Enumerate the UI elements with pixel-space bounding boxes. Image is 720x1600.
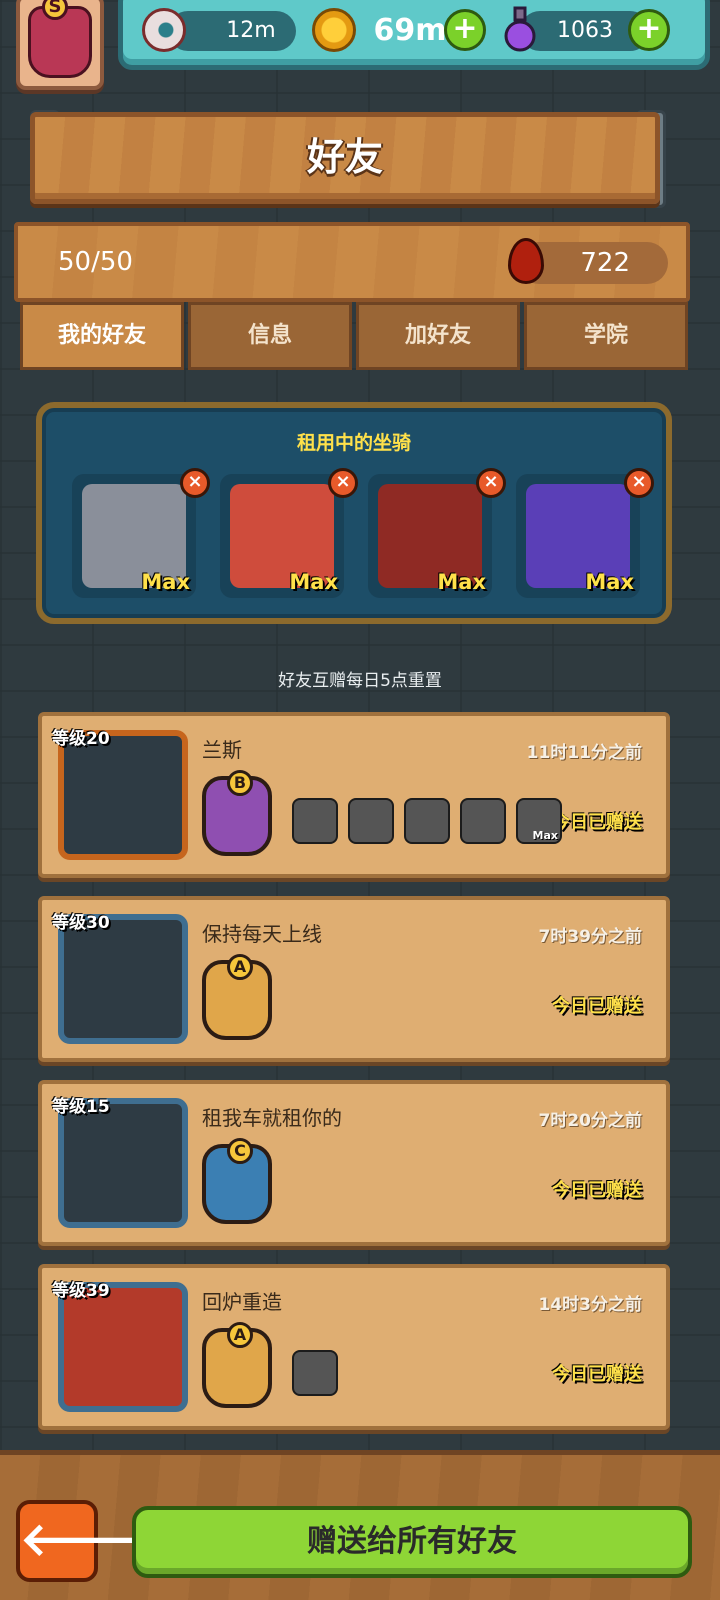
mini-mount-icon: Max <box>516 798 562 844</box>
mount-level: Max <box>437 570 486 594</box>
friend-count: 50/50 <box>58 247 133 277</box>
blood-drop-icon <box>508 238 544 284</box>
title-plank: 好友 <box>30 112 660 204</box>
mini-mount-level: Max <box>532 829 558 842</box>
mount-slot-2[interactable]: Max × <box>220 468 358 598</box>
friend-level: 等级20 <box>52 729 110 749</box>
friend-name: 保持每天上线 <box>202 922 322 946</box>
monster-grade-badge: A <box>202 1322 272 1408</box>
friend-card[interactable]: 等级15 租我车就租你的 7时20分之前 今日已赠送 C <box>38 1080 670 1246</box>
friend-avatar <box>58 914 188 1044</box>
friend-card[interactable]: 等级39 回炉重造 14时3分之前 今日已赠送 A <box>38 1264 670 1430</box>
friend-name: 兰斯 <box>202 738 242 762</box>
monster-grade-badge: C <box>202 1138 272 1224</box>
eyeball-icon <box>142 8 186 52</box>
friend-level: 等级39 <box>52 1281 110 1301</box>
tab-messages[interactable]: 信息 <box>188 302 352 370</box>
friend-level: 等级15 <box>52 1097 110 1117</box>
mount-level: Max <box>141 570 190 594</box>
friend-name: 租我车就租你的 <box>202 1106 342 1130</box>
mini-mount-icon <box>460 798 506 844</box>
close-icon[interactable]: × <box>180 468 210 498</box>
reset-note: 好友互赠每日5点重置 <box>278 671 442 691</box>
monster-grade-badge: B <box>202 770 272 856</box>
close-icon[interactable]: × <box>624 468 654 498</box>
page-title: 好友 <box>306 135 383 179</box>
gift-status: 今日已赠送 <box>552 996 642 1017</box>
grade-letter: C <box>227 1138 253 1164</box>
mount-slot-3[interactable]: Max × <box>368 468 506 598</box>
friend-avatar <box>58 1282 188 1412</box>
friend-avatar <box>58 730 188 860</box>
grade-letter: A <box>227 1322 253 1348</box>
last-online: 7时20分之前 <box>538 1111 643 1131</box>
tab-add-friend[interactable]: 加好友 <box>356 302 520 370</box>
mount-level: Max <box>585 570 634 594</box>
back-button[interactable]: 🡐 <box>16 1500 143 1582</box>
close-icon[interactable]: × <box>328 468 358 498</box>
count-bar: 50/50 722 <box>14 222 690 302</box>
mount-level: Max <box>289 570 338 594</box>
mini-mount-icon <box>404 798 450 844</box>
tab-my-friends[interactable]: 我的好友 <box>20 302 184 370</box>
mount-slot-1[interactable]: Max × <box>72 468 210 598</box>
friend-level: 等级30 <box>52 913 110 933</box>
gift-all-friends-button[interactable]: 赠送给所有好友 <box>132 1506 692 1578</box>
player-avatar[interactable]: S <box>16 0 104 90</box>
rented-mounts-panel: 租用中的坐骑 Max × Max × Max × Max × <box>36 402 672 624</box>
friend-name: 回炉重造 <box>202 1290 282 1314</box>
last-online: 7时39分之前 <box>538 927 643 947</box>
mini-mount-icon <box>292 798 338 844</box>
coin-amount: 69m <box>373 13 447 48</box>
gift-status: 今日已赠送 <box>552 1180 642 1201</box>
gift-status: 今日已赠送 <box>552 812 642 833</box>
gift-status: 今日已赠送 <box>552 1364 642 1385</box>
mini-mount-icon <box>292 1350 338 1396</box>
rented-mounts-title: 租用中的坐骑 <box>296 432 411 454</box>
tab-academy[interactable]: 学院 <box>524 302 688 370</box>
grade-letter: B <box>227 770 253 796</box>
last-online: 11时11分之前 <box>526 743 642 763</box>
mount-slot-4[interactable]: Max × <box>516 468 654 598</box>
monster-grade-badge: A <box>202 954 272 1040</box>
mini-mount-icon <box>348 798 394 844</box>
grade-letter: A <box>227 954 253 980</box>
friend-card[interactable]: 等级30 保持每天上线 7时39分之前 今日已赠送 A <box>38 896 670 1062</box>
close-icon[interactable]: × <box>476 468 506 498</box>
potion-icon <box>504 6 536 52</box>
coin-icon <box>312 8 356 52</box>
last-online: 14时3分之前 <box>538 1295 643 1315</box>
friend-avatar <box>58 1098 188 1228</box>
add-coins-button[interactable]: + <box>444 9 486 51</box>
friend-card[interactable]: 等级20 兰斯 11时11分之前 今日已赠送 B Max <box>38 712 670 878</box>
add-potions-button[interactable]: + <box>628 9 670 51</box>
potion-amount: 1063 <box>557 18 613 43</box>
eye-resource: 12m <box>168 11 296 51</box>
eye-amount: 12m <box>226 18 276 43</box>
